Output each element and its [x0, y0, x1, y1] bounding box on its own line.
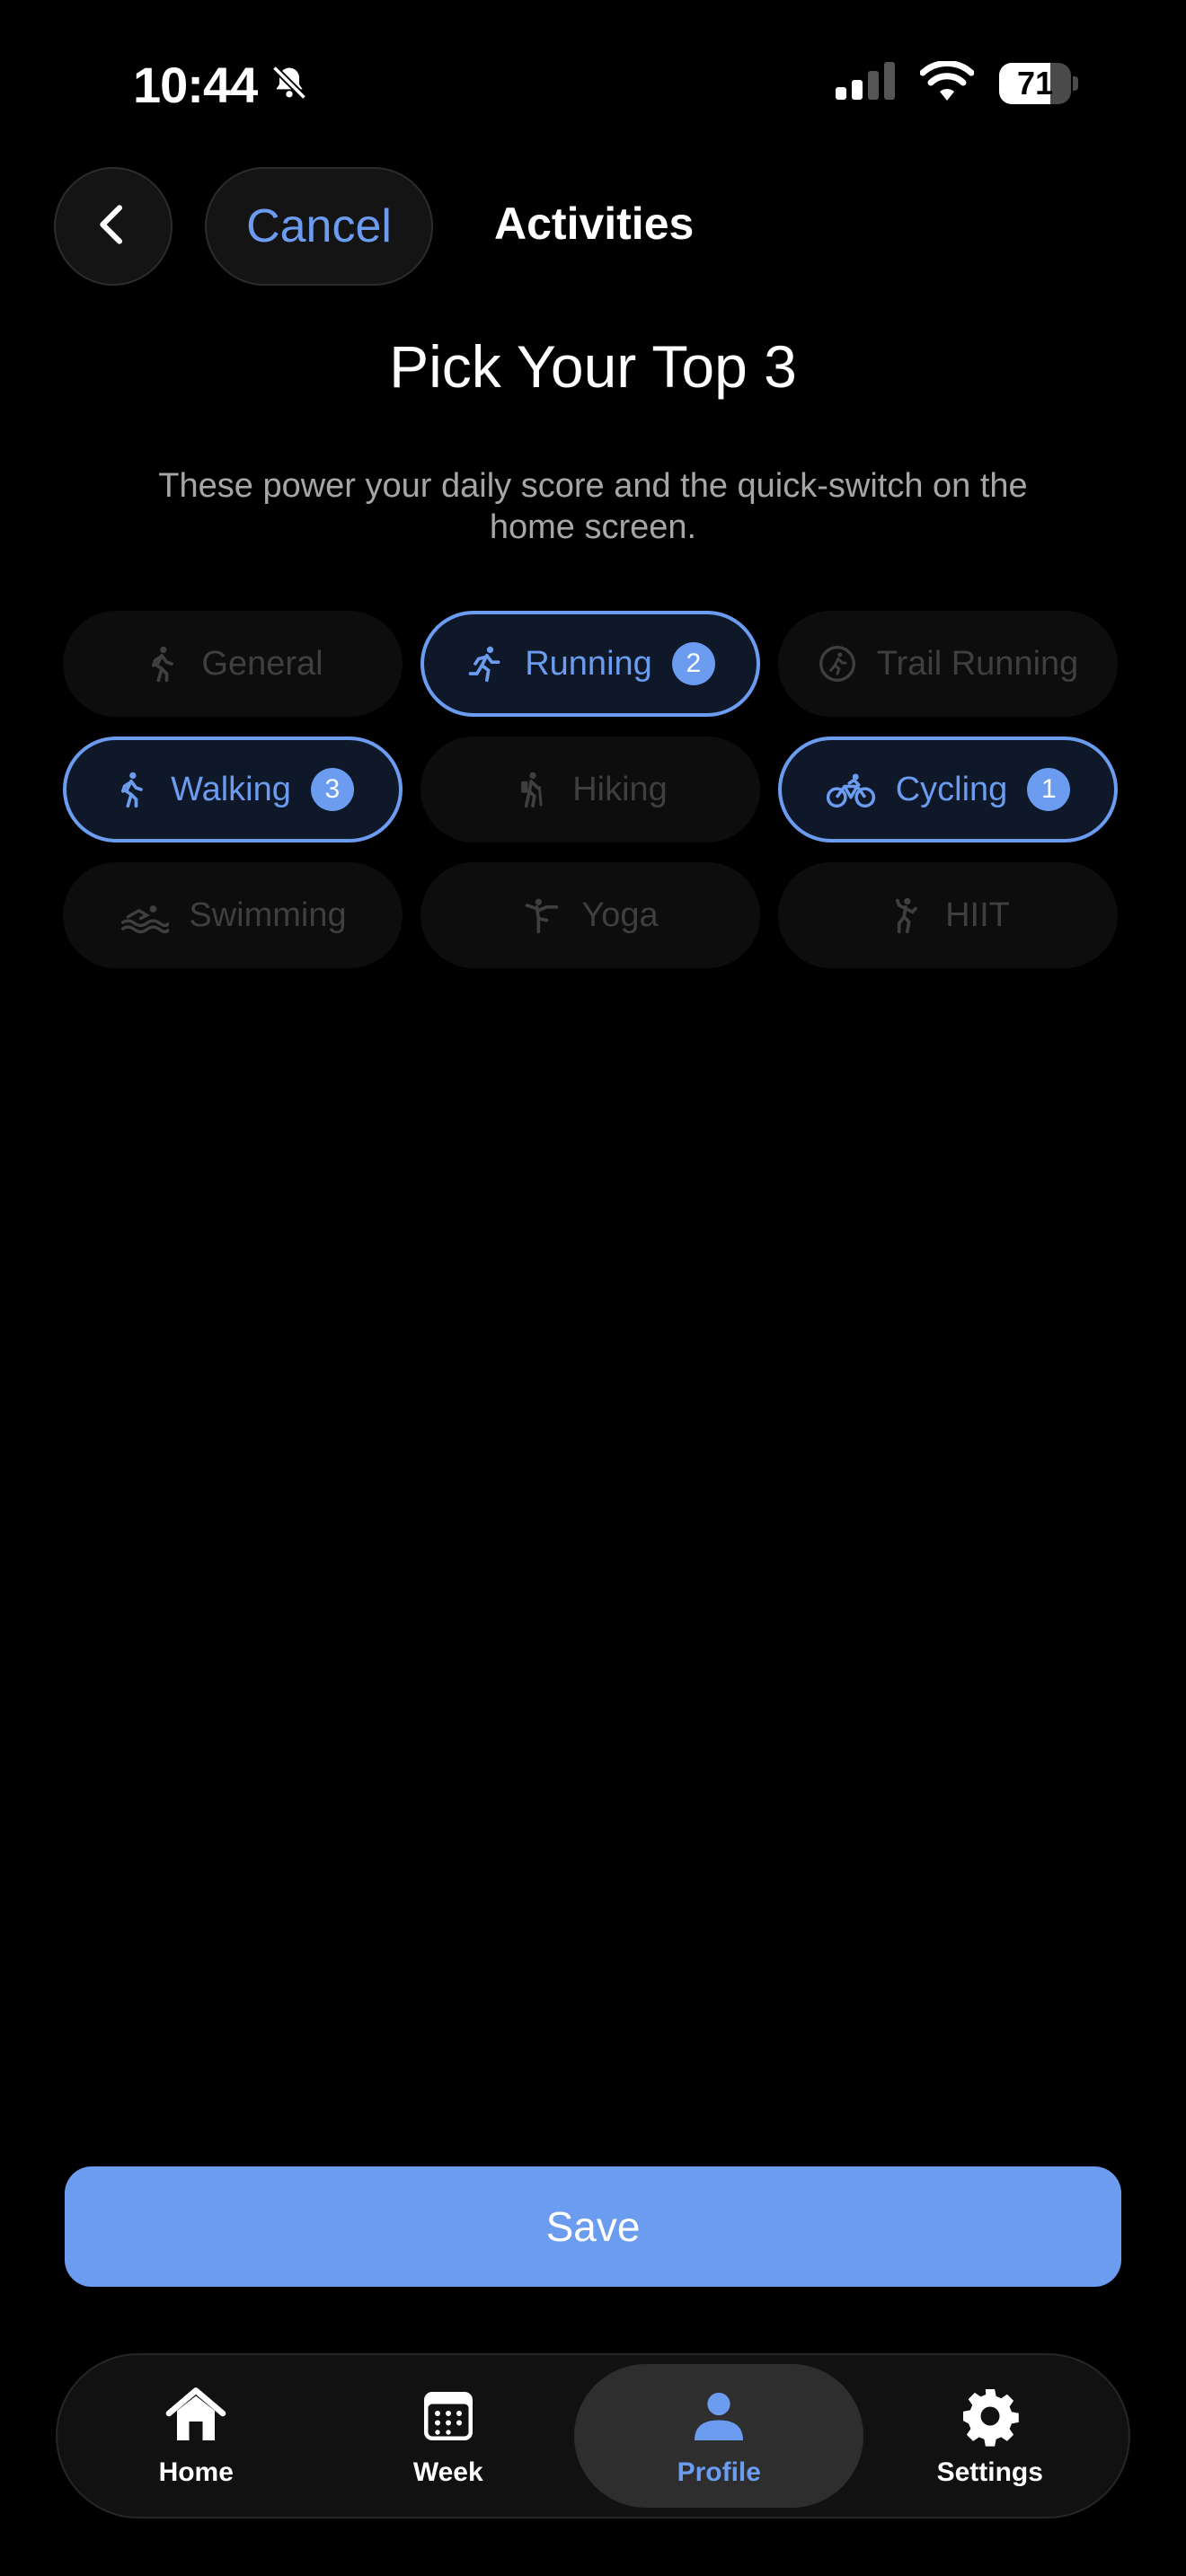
- status-time-group: 10:44: [133, 56, 309, 114]
- activity-chip-trail-running[interactable]: Trail Running: [778, 611, 1118, 717]
- activity-label: Yoga: [581, 895, 659, 934]
- rank-badge: 2: [671, 642, 715, 685]
- status-time: 10:44: [133, 57, 258, 113]
- activity-chip-running[interactable]: Running 2: [420, 611, 760, 717]
- rank-badge: 3: [310, 768, 354, 811]
- bicycle-icon: [826, 770, 876, 809]
- tab-profile[interactable]: Profile: [574, 2364, 864, 2508]
- walking-figure-icon: [142, 644, 181, 684]
- activity-chip-hiit[interactable]: HIIT: [778, 862, 1118, 968]
- activity-label: Cycling: [895, 770, 1008, 808]
- activity-chip-cycling[interactable]: Cycling 1: [778, 737, 1118, 842]
- activity-label: General: [201, 644, 323, 683]
- activity-label: Hiking: [572, 770, 668, 808]
- save-button[interactable]: Save: [65, 2166, 1121, 2287]
- page-subtitle: These power your daily score and the qui…: [158, 467, 1028, 546]
- activity-chip-swimming[interactable]: Swimming: [63, 862, 403, 968]
- tab-label: Profile: [677, 2457, 761, 2487]
- cancel-button[interactable]: Cancel: [205, 167, 433, 286]
- hiking-figure-icon: [513, 770, 553, 809]
- bell-slash-icon: [270, 56, 309, 114]
- walking-figure-icon: [111, 770, 151, 809]
- activity-label: HIIT: [945, 895, 1010, 934]
- calendar-icon: [416, 2384, 481, 2448]
- activity-chip-hiking[interactable]: Hiking: [420, 737, 760, 842]
- tab-settings[interactable]: Settings: [864, 2364, 1116, 2508]
- battery-indicator: 71: [999, 62, 1078, 104]
- wifi-icon: [919, 60, 975, 105]
- house-icon: [164, 2384, 228, 2448]
- status-right-group: 71: [836, 60, 1078, 105]
- activity-chip-walking[interactable]: Walking 3: [63, 737, 403, 842]
- back-button[interactable]: [54, 167, 173, 286]
- cellular-signal-icon: [836, 62, 895, 104]
- trail-running-icon: [818, 644, 857, 684]
- activity-label: Running: [525, 644, 652, 683]
- battery-percent: 71: [1017, 64, 1054, 101]
- page-title: Pick Your Top 3: [389, 333, 797, 400]
- activity-grid: General Running 2 Trail Running Walking 3 Hiki…: [63, 611, 1118, 968]
- hiit-figure-icon: [886, 895, 925, 935]
- running-figure-icon: [465, 644, 505, 684]
- activity-label: Walking: [171, 770, 291, 808]
- tab-label: Home: [158, 2457, 234, 2487]
- tab-week[interactable]: Week: [323, 2364, 574, 2508]
- activity-label: Swimming: [189, 895, 347, 934]
- person-icon: [686, 2384, 751, 2448]
- tab-bar: Home Week Profile Settings: [56, 2353, 1130, 2519]
- yoga-figure-icon: [522, 895, 562, 935]
- swimming-icon: [119, 895, 170, 935]
- rank-badge: 1: [1027, 768, 1071, 811]
- activities-screen: 10:44 71 Cancel Activities Pick Your Top…: [0, 0, 1186, 2576]
- header-title: Activities: [494, 198, 695, 249]
- gear-icon: [958, 2384, 1022, 2448]
- tab-label: Settings: [936, 2457, 1043, 2487]
- tab-label: Week: [412, 2457, 483, 2487]
- activity-chip-yoga[interactable]: Yoga: [420, 862, 760, 968]
- activity-chip-general[interactable]: General: [63, 611, 403, 717]
- tab-home[interactable]: Home: [70, 2364, 322, 2508]
- activity-label: Trail Running: [876, 644, 1079, 683]
- chevron-left-icon: [88, 199, 138, 254]
